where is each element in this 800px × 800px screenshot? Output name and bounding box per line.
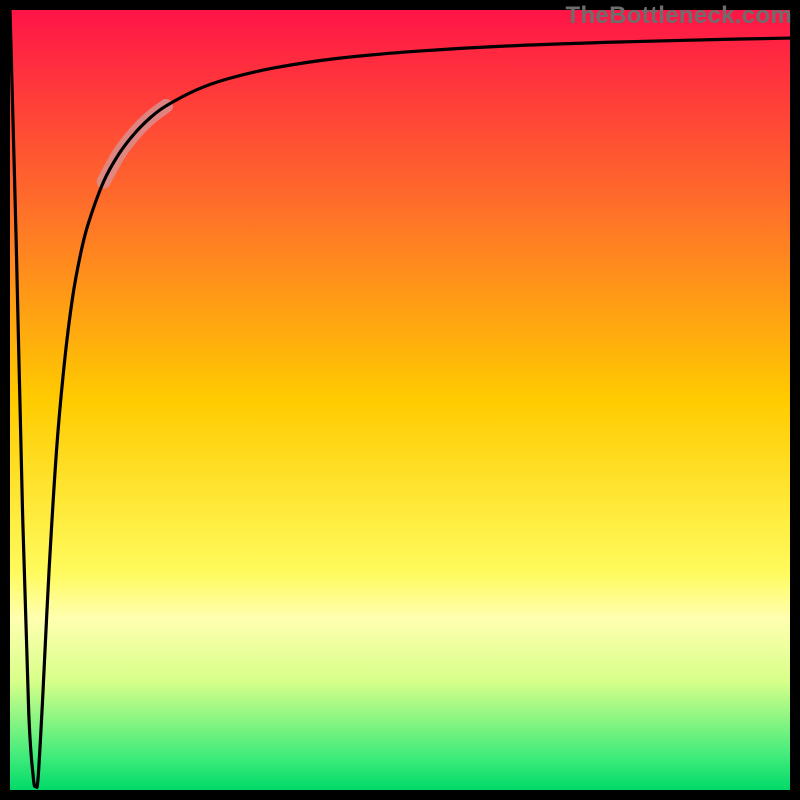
bottleneck-chart: [0, 0, 800, 800]
chart-container: TheBottleneck.com: [0, 0, 800, 800]
plot-background: [10, 10, 790, 790]
